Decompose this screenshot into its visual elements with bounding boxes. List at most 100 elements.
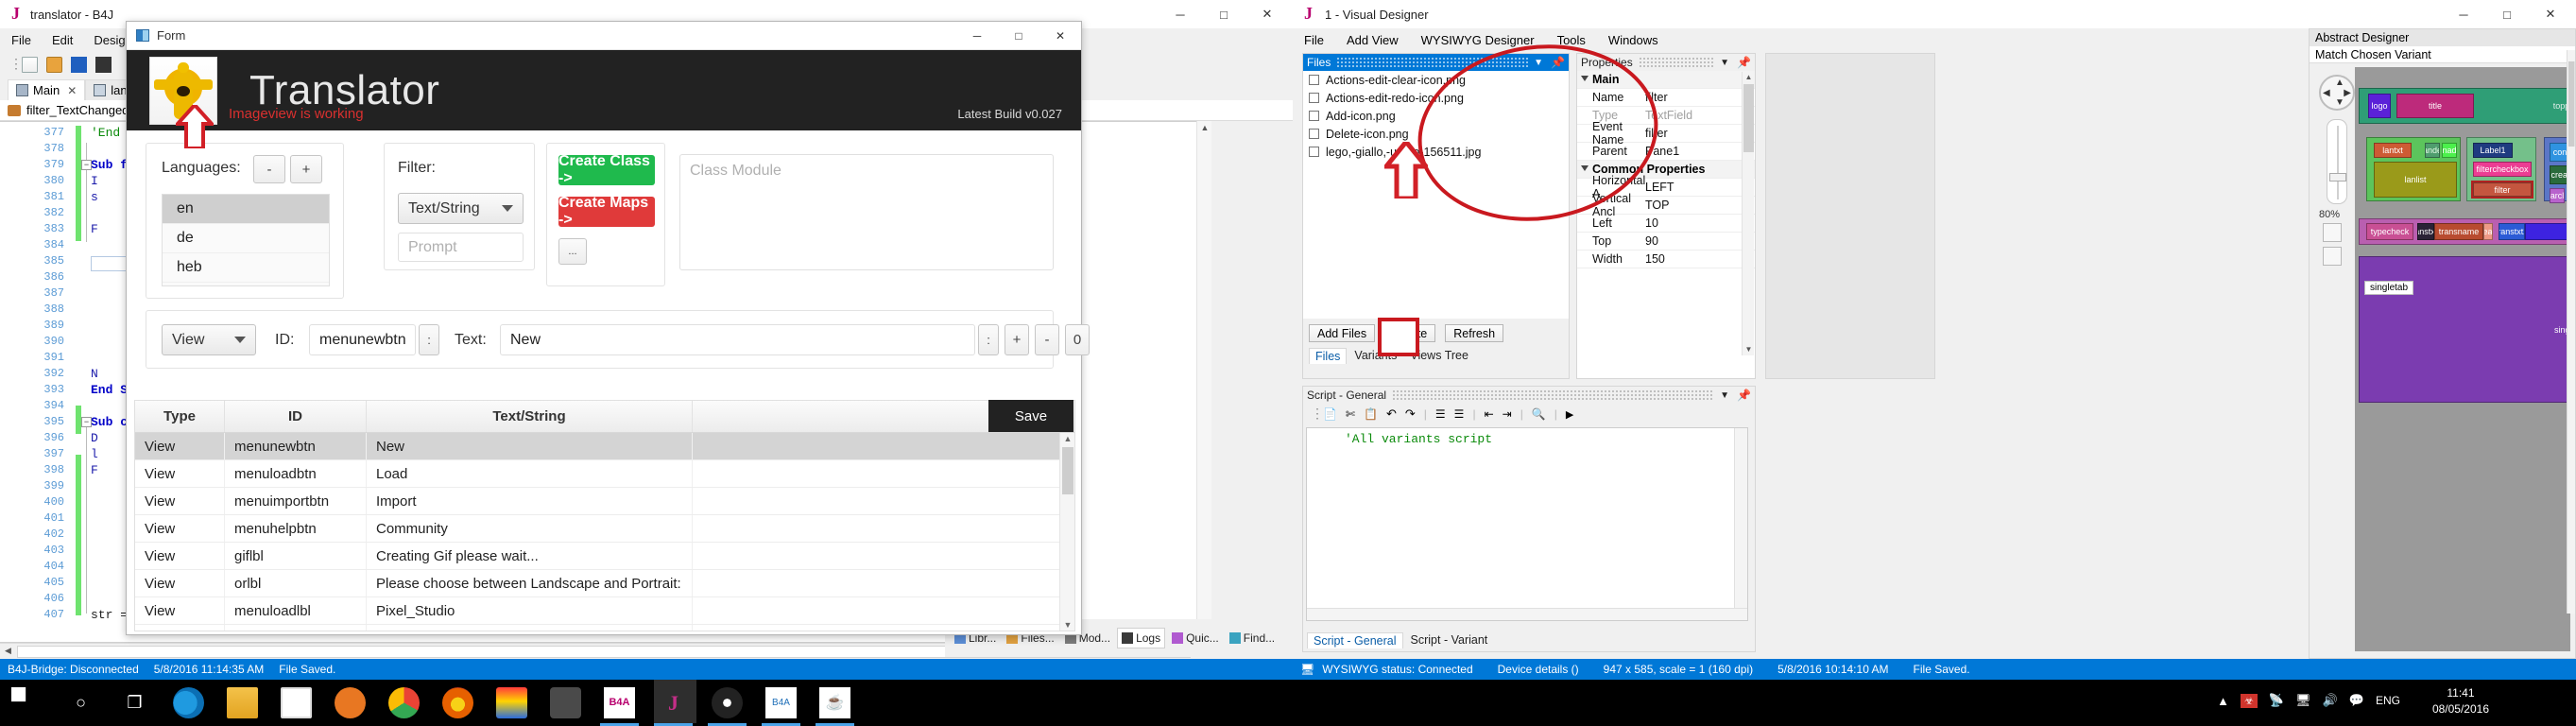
chevron-down-icon[interactable]: ▼ [1720, 390, 1729, 401]
form-minimize-icon[interactable]: ─ [956, 22, 998, 50]
property-value[interactable]: LEFT [1645, 181, 1742, 194]
vd-menu-wysiwyg[interactable]: WYSIWYG Designer [1421, 33, 1535, 47]
chevron-down-icon[interactable] [1581, 76, 1589, 85]
row-type-combo[interactable]: View [162, 324, 256, 355]
table-column-header[interactable]: Text/String [367, 401, 693, 432]
volume-icon[interactable]: 🔊 [2323, 693, 2338, 708]
form-close-icon[interactable]: ✕ [1039, 22, 1081, 50]
property-value[interactable]: Pane1 [1645, 145, 1742, 158]
run-icon[interactable]: ▶ [1566, 408, 1573, 421]
scroll-down-icon[interactable]: ▼ [1060, 619, 1074, 631]
bottom-tab-find[interactable]: Find... [1226, 629, 1279, 648]
abstract-node-anadd[interactable]: anadd [2442, 143, 2457, 158]
abstract-node-singletab[interactable]: singletab [2359, 256, 2570, 403]
abstract-node-typecheck[interactable]: typecheck [2366, 223, 2413, 240]
abstract-node-lantxt[interactable]: lantxt [2374, 143, 2412, 158]
scroll-up-icon[interactable]: ▲ [1197, 121, 1212, 136]
table-row[interactable]: View giflbl Creating Gif please wait... [135, 543, 1074, 570]
script-horizontal-scrollbar[interactable] [1307, 608, 1747, 620]
save-icon[interactable] [71, 56, 87, 73]
action-center-icon[interactable]: 💬 [2349, 693, 2364, 708]
copy-icon[interactable]: 📄 [1323, 407, 1337, 421]
add-files-button[interactable]: Add Files [1309, 324, 1376, 342]
tab-script-general[interactable]: Script - General [1307, 632, 1403, 648]
indent-increase-icon[interactable]: ⇥ [1503, 407, 1512, 421]
toolbar-grip[interactable] [9, 57, 13, 73]
windows-start-icon[interactable] [11, 687, 26, 702]
abstract-node-lear[interactable]: lear [2483, 223, 2493, 240]
taskbar-clock[interactable]: 11:41 08/05/2016 [2432, 685, 2489, 717]
device-frame-icon[interactable] [2323, 247, 2342, 266]
chevron-down-icon[interactable]: ▼ [1720, 58, 1729, 68]
property-row[interactable]: Parent Pane1 [1577, 143, 1755, 161]
table-column-header[interactable]: ID [225, 401, 367, 432]
abstract-node-transtxt2[interactable]: transtxt2 [2499, 223, 2525, 240]
vd-menu-add-view[interactable]: Add View [1347, 33, 1399, 47]
search-icon[interactable]: 🔍 [1532, 407, 1546, 421]
toolbar-grip[interactable] [1311, 406, 1314, 423]
zoom-slider[interactable] [2327, 119, 2347, 204]
maximize-icon[interactable]: □ [1202, 0, 1245, 28]
abstract-node-earcla[interactable]: earcla [2550, 188, 2565, 203]
row-text-input[interactable]: New [500, 324, 975, 355]
property-value[interactable]: 10 [1645, 216, 1755, 230]
firefox-icon[interactable] [442, 687, 473, 718]
abstract-node-filtercheckbox[interactable]: filtercheckbox [2473, 162, 2532, 177]
table-vertical-scrollbar[interactable]: ▲ ▼ [1059, 433, 1074, 631]
show-hidden-icons-icon[interactable]: ▲ [2217, 694, 2229, 708]
property-row[interactable]: Vertical Ancl TOP [1577, 192, 1755, 218]
comment-icon[interactable]: ☰ [1454, 407, 1465, 421]
property-value[interactable]: TextField [1645, 109, 1755, 122]
language-add-button[interactable]: + [290, 155, 322, 183]
redo-icon[interactable]: ↷ [1405, 406, 1416, 422]
task-view-icon[interactable]: ❐ [119, 687, 150, 718]
camera-icon[interactable] [550, 687, 581, 718]
pan-dpad-control[interactable]: ▲ ▼ ◀ ▶ [2319, 75, 2355, 111]
grid-toggle-icon[interactable] [2323, 223, 2342, 242]
media-player-icon[interactable] [335, 687, 366, 718]
file-list-item[interactable]: lego,-giallo,-uomo-156511.jpg [1303, 143, 1569, 161]
filter-type-combo[interactable]: Text/String [398, 193, 524, 224]
pin-icon[interactable]: 📌 [1737, 56, 1751, 69]
app-colorful-icon[interactable] [496, 687, 527, 718]
chrome-icon[interactable] [388, 687, 420, 718]
vd-menu-file[interactable]: File [1304, 33, 1324, 47]
tab-main[interactable]: Main ✕ [8, 79, 86, 100]
row-add-button[interactable]: + [1005, 324, 1029, 355]
table-row[interactable]: View menuloadlbl Pixel_Studio [135, 597, 1074, 625]
indent-decrease-icon[interactable]: ⇤ [1485, 407, 1494, 421]
file-explorer-icon[interactable] [227, 687, 258, 718]
row-remove-button[interactable]: - [1035, 324, 1059, 355]
bottom-tab-quic[interactable]: Quic... [1168, 629, 1223, 648]
language-indicator[interactable]: ENG [2376, 694, 2400, 707]
align-icon[interactable]: ☰ [1435, 407, 1446, 421]
refresh-files-button[interactable]: Refresh [1445, 324, 1504, 342]
cut-icon[interactable]: ✄ [1346, 407, 1355, 421]
zoom-slider-knob[interactable] [2329, 173, 2346, 182]
chevron-down-icon[interactable]: ▼ [1534, 58, 1543, 68]
table-row[interactable]: View menuimportbtn Import [135, 488, 1074, 515]
java-icon[interactable]: ☕ [819, 687, 850, 718]
paste-icon[interactable]: 📋 [1364, 407, 1378, 421]
abstract-node-transtext[interactable]: transtext [2525, 223, 2570, 240]
variant-selector[interactable]: Match Chosen Variant [2310, 46, 2575, 63]
table-scroll-thumb[interactable] [1062, 447, 1073, 494]
abstract-node-transname[interactable]: transname [2434, 223, 2483, 240]
network-icon[interactable]: 📡 [2269, 693, 2284, 708]
class-module-textarea[interactable]: Class Module [679, 154, 1054, 270]
properties-scrollbar[interactable]: ▲ ▼ [1742, 72, 1754, 355]
file-list-item[interactable]: Actions-edit-redo-icon.png [1303, 89, 1569, 107]
save-all-icon[interactable] [95, 56, 112, 73]
menu-item-edit[interactable]: Edit [52, 33, 73, 47]
table-row[interactable]: View orlbl Please choose between Landscape… [135, 570, 1074, 597]
table-row[interactable]: Viewuserlbl2To enter the community secti… [135, 625, 1074, 631]
abstract-vertical-scrollbar[interactable] [2567, 50, 2575, 614]
abstract-node-label1[interactable]: Label1 [2473, 143, 2513, 158]
script-vertical-scrollbar[interactable] [1734, 428, 1747, 620]
checkbox-icon[interactable] [1309, 111, 1319, 121]
pin-icon[interactable]: 📌 [1551, 56, 1565, 69]
language-remove-button[interactable]: - [253, 155, 285, 183]
property-row[interactable]: Event Name filter [1577, 120, 1755, 147]
pan-right-icon[interactable]: ▶ [2344, 88, 2351, 98]
property-value[interactable]: 150 [1645, 252, 1755, 266]
